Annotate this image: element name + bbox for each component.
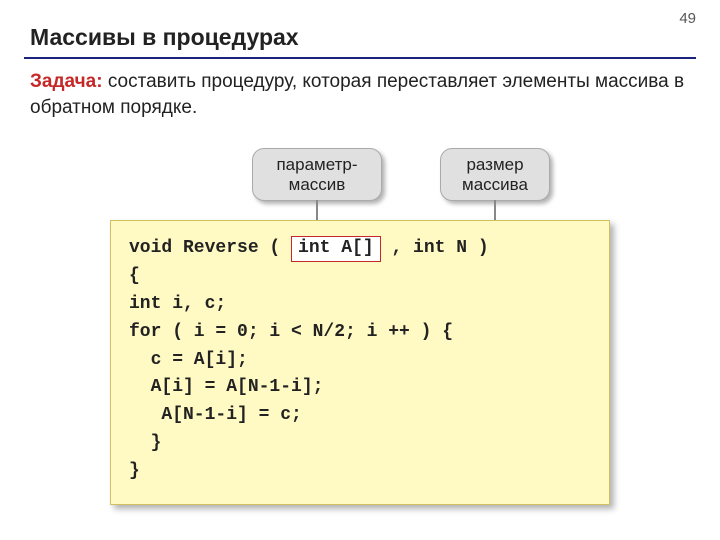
slide-title: Массивы в процедурах	[0, 0, 720, 57]
code-line: A[i] = A[N-1-i];	[129, 377, 323, 397]
code-line: A[N-1-i] = c;	[129, 405, 302, 425]
callout-array-size: размер массива	[440, 148, 550, 201]
page-number: 49	[679, 10, 696, 27]
code-line: int i, c;	[129, 294, 226, 314]
code-line: c = A[i];	[129, 350, 248, 370]
code-line: for ( i = 0; i < N/2; i ++ ) {	[129, 322, 453, 342]
task-text: составить процедуру, которая переставляе…	[30, 71, 684, 118]
code-sig-post: , int N )	[381, 238, 489, 258]
code-sig-pre: void Reverse (	[129, 238, 291, 258]
callout-param-array: параметр- массив	[252, 148, 382, 201]
task-label: Задача:	[30, 71, 103, 92]
code-block: void Reverse ( int A[] , int N ) { int i…	[110, 220, 610, 505]
task-paragraph: Задача: составить процедуру, которая пер…	[0, 69, 720, 120]
title-rule	[24, 57, 696, 59]
code-highlight-param: int A[]	[291, 236, 381, 262]
code-line: }	[129, 461, 140, 481]
code-line: {	[129, 266, 140, 286]
code-line: }	[129, 433, 161, 453]
